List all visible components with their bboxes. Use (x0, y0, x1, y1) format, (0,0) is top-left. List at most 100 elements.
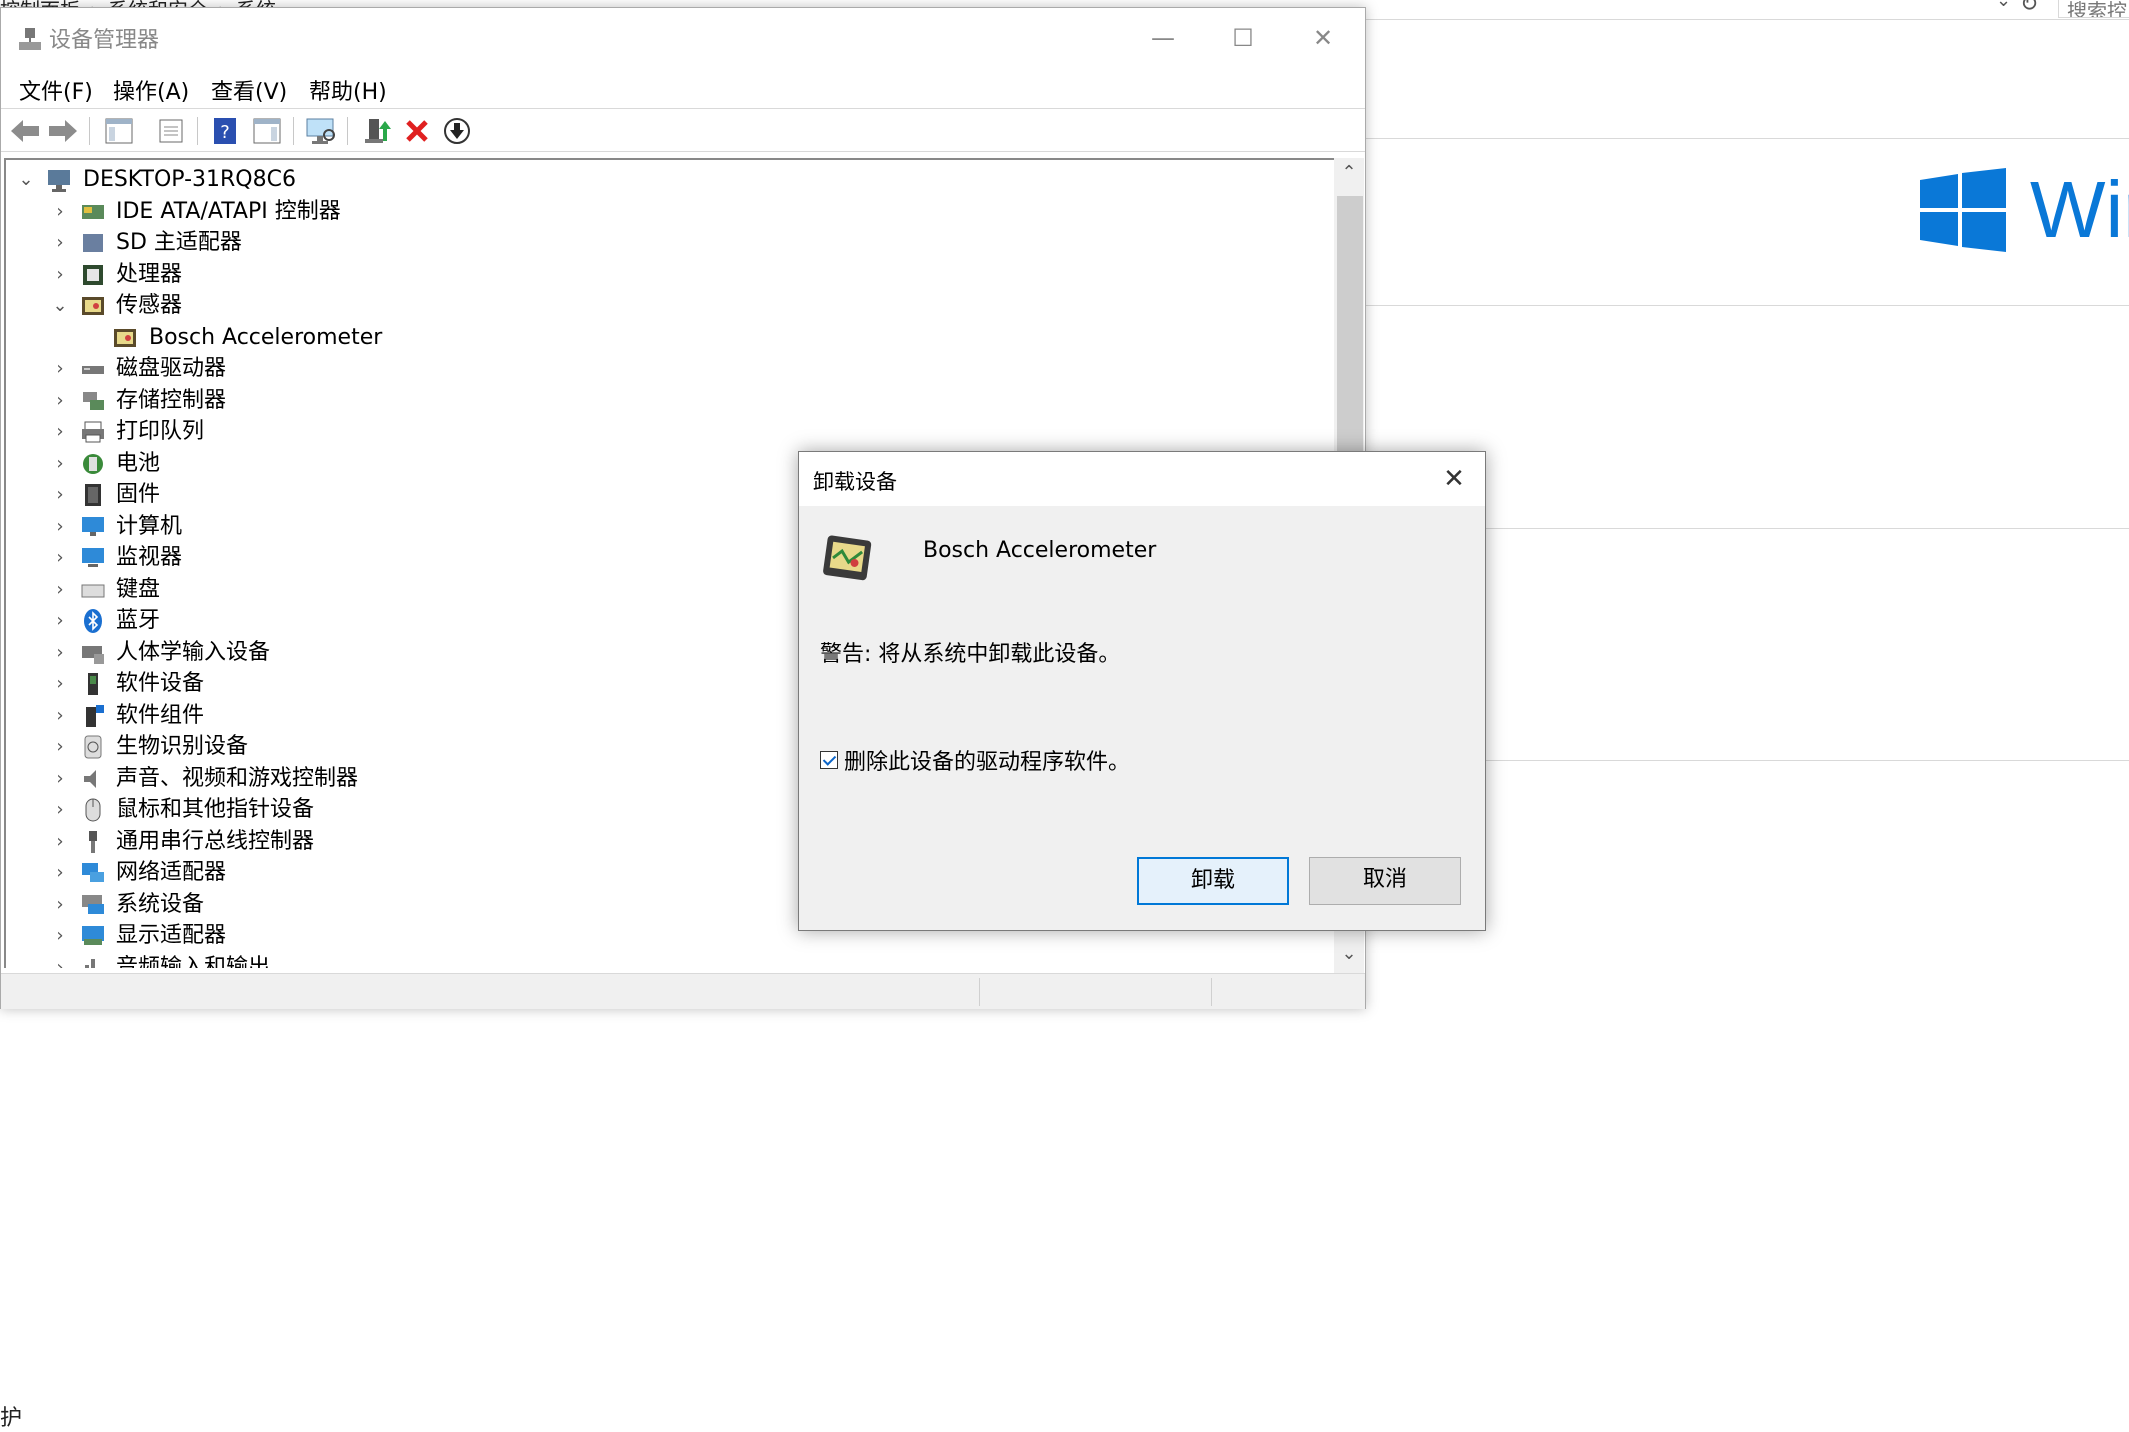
expand-chevron-icon[interactable]: › (50, 353, 70, 384)
expand-chevron-icon[interactable]: › (50, 385, 70, 416)
expand-chevron-icon[interactable]: › (50, 794, 70, 825)
scroll-down-icon[interactable]: ⌄ (1334, 943, 1364, 964)
tree-category-item[interactable]: › 打印队列 (6, 416, 1306, 447)
tree-root-computer[interactable]: ⌄ DESKTOP-31RQ8C6 (6, 164, 1306, 195)
tree-item-label: 存储控制器 (116, 387, 227, 413)
expand-chevron-icon[interactable]: › (50, 637, 70, 668)
update-driver-icon[interactable] (361, 115, 393, 147)
audio-io-icon (85, 958, 95, 968)
sd-host-icon (83, 234, 103, 252)
expand-chevron-icon[interactable]: › (50, 479, 70, 510)
menu-action[interactable]: 操作(A) (113, 74, 189, 106)
tree-category-item[interactable]: › 磁盘驱动器 (6, 353, 1306, 384)
tree-category-item[interactable]: › IDE ATA/ATAPI 控制器 (6, 196, 1306, 227)
minimize-button[interactable]: — (1133, 16, 1193, 60)
expand-chevron-icon[interactable]: › (50, 542, 70, 573)
chevron-down-icon[interactable]: ⌄ (1996, 0, 2011, 11)
scroll-up-icon[interactable]: ⌃ (1334, 162, 1364, 183)
delete-driver-option[interactable]: 删除此设备的驱动程序软件。 (820, 744, 1130, 776)
action-pane-icon[interactable] (251, 115, 283, 147)
sidebar-text[interactable]: 护 (0, 1400, 22, 1432)
tree-device-item[interactable]: Bosch Accelerometer (6, 322, 1306, 353)
expand-chevron-icon[interactable]: › (50, 763, 70, 794)
expand-chevron-icon[interactable]: › (50, 826, 70, 857)
tree-category-item[interactable]: › 存储控制器 (6, 385, 1306, 416)
storage-controller-icon (83, 391, 104, 410)
expand-chevron-icon[interactable]: › (50, 227, 70, 258)
expand-chevron-icon[interactable]: › (50, 416, 70, 447)
menu-help[interactable]: 帮助(H) (309, 74, 387, 106)
computer-icon (48, 170, 70, 192)
display-adapter-icon (82, 926, 104, 945)
tree-item-label: 音频输入和输出 (116, 954, 271, 969)
printer-icon (82, 421, 104, 443)
expand-chevron-icon[interactable]: › (50, 511, 70, 542)
expand-chevron-icon[interactable]: › (50, 700, 70, 731)
dialog-title-bar[interactable]: 卸载设备 ✕ (799, 452, 1485, 506)
expand-chevron-icon[interactable]: › (50, 668, 70, 699)
tree-category-item[interactable]: › 处理器 (6, 259, 1306, 290)
show-hide-tree-icon[interactable] (103, 115, 135, 147)
dialog-close-button[interactable]: ✕ (1429, 458, 1479, 500)
expand-chevron-icon[interactable]: › (50, 920, 70, 951)
expand-chevron-icon[interactable]: › (50, 731, 70, 762)
toolbar-separator (293, 117, 294, 145)
help-icon[interactable]: ? (209, 115, 241, 147)
uninstall-button[interactable]: 卸载 (1137, 857, 1289, 905)
sensor-icon (114, 328, 136, 347)
processor-icon (83, 264, 103, 285)
maximize-button[interactable]: ☐ (1213, 16, 1273, 60)
tree-item-label: SD 主适配器 (116, 230, 242, 255)
sensor-icon (82, 297, 104, 315)
sound-icon (84, 769, 96, 788)
forward-icon[interactable] (47, 115, 79, 147)
tree-category-item[interactable]: › 音频输入和输出 (6, 952, 1306, 969)
cancel-button[interactable]: 取消 (1309, 857, 1461, 905)
toolbar-separator (89, 117, 90, 145)
search-input[interactable]: 搜索控 (2058, 0, 2129, 18)
expand-chevron-icon[interactable]: › (50, 605, 70, 636)
menu-bar: 文件(F) 操作(A) 查看(V) 帮助(H) (1, 68, 1365, 108)
refresh-icon[interactable]: ↻ (2020, 0, 2038, 17)
expand-chevron-icon[interactable]: › (50, 448, 70, 479)
software-component-icon (86, 704, 104, 727)
tree-item-label: IDE ATA/ATAPI 控制器 (116, 198, 341, 224)
tree-item-label: 显示适配器 (116, 923, 227, 948)
tree-item-label: 磁盘驱动器 (116, 356, 227, 381)
collapse-chevron-icon[interactable]: ⌄ (50, 290, 70, 321)
expand-chevron-icon[interactable]: › (50, 259, 70, 290)
properties-icon[interactable] (155, 115, 187, 147)
collapse-chevron-icon[interactable]: ⌄ (16, 164, 36, 195)
dialog-device-name: Bosch Accelerometer (923, 538, 1157, 563)
tree-item-label: 处理器 (116, 261, 183, 287)
hid-icon (82, 645, 104, 664)
tree-item-label: 计算机 (116, 513, 183, 539)
scan-hardware-icon[interactable] (305, 115, 337, 147)
menu-file[interactable]: 文件(F) (19, 74, 93, 106)
sensor-device-icon (823, 535, 872, 581)
window-title: 设备管理器 (49, 28, 160, 53)
expand-chevron-icon[interactable]: › (50, 857, 70, 888)
tree-category-item[interactable]: ⌄ 传感器 (6, 290, 1306, 321)
mouse-icon (85, 798, 101, 822)
expand-chevron-icon[interactable]: › (50, 574, 70, 605)
expand-chevron-icon[interactable]: › (50, 952, 70, 969)
disable-device-icon[interactable] (441, 115, 473, 147)
close-button[interactable]: ✕ (1293, 16, 1353, 60)
dialog-warning-text: 警告: 将从系统中卸载此设备。 (820, 642, 1121, 667)
tree-category-item[interactable]: › SD 主适配器 (6, 227, 1306, 258)
title-bar[interactable]: 设备管理器 — ☐ ✕ (1, 8, 1365, 68)
expand-chevron-icon[interactable]: › (50, 196, 70, 227)
back-icon[interactable] (9, 115, 41, 147)
delete-driver-label[interactable]: 删除此设备的驱动程序软件。 (844, 744, 1130, 776)
ide-controller-icon (82, 204, 104, 219)
menu-view[interactable]: 查看(V) (211, 74, 287, 106)
divider (1365, 305, 2129, 306)
status-divider (979, 978, 980, 1006)
tree-item-label: 传感器 (116, 293, 183, 318)
delete-driver-checkbox[interactable] (820, 751, 838, 769)
expand-chevron-icon[interactable]: › (50, 889, 70, 920)
uninstall-device-icon[interactable] (401, 115, 433, 147)
tree-root-label: DESKTOP-31RQ8C6 (83, 167, 296, 192)
usb-icon (89, 830, 97, 853)
